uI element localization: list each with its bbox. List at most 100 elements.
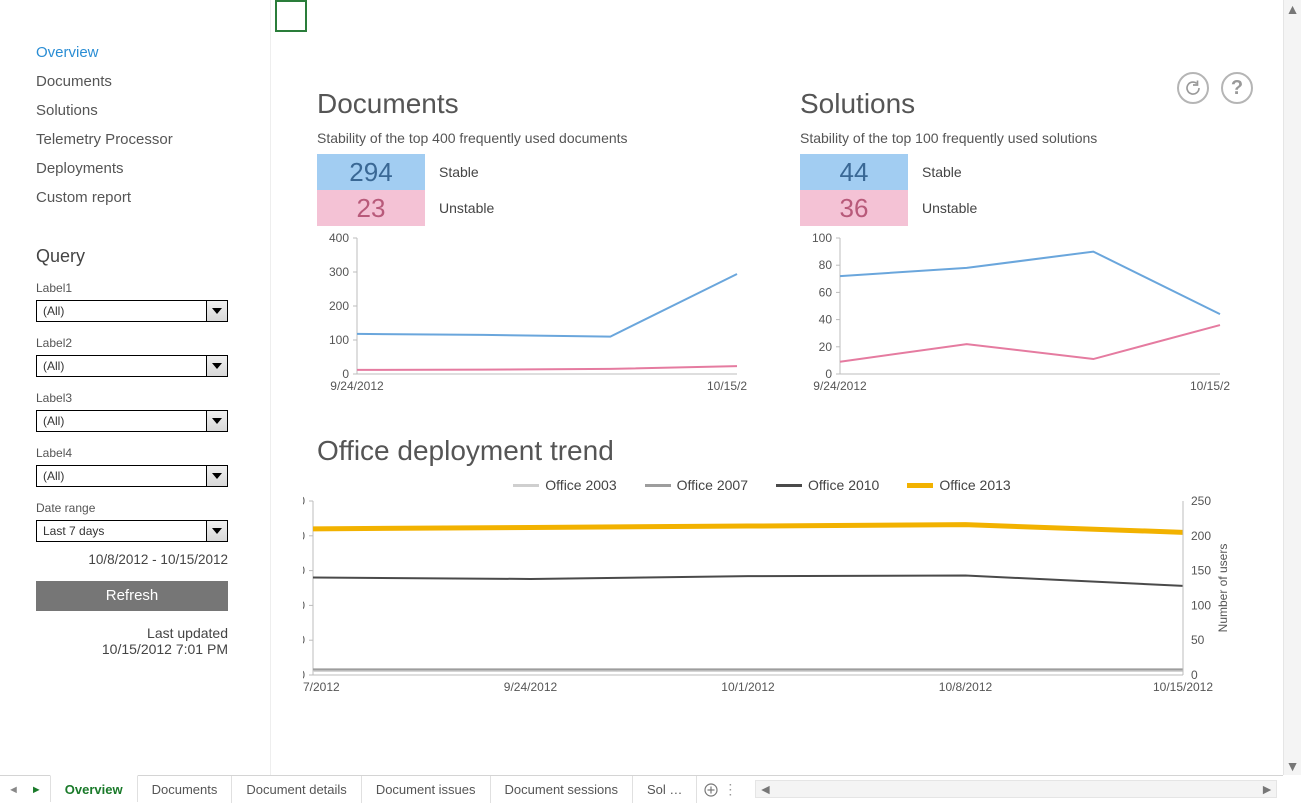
svg-text:80: 80 (819, 258, 833, 272)
documents-stable-count: 294 (317, 154, 425, 190)
svg-text:9/24/2012: 9/24/2012 (330, 379, 384, 393)
filter-value-label1: (All) (36, 300, 228, 322)
svg-text:Number of users: Number of users (1216, 544, 1230, 633)
refresh-button[interactable]: Refresh (36, 581, 228, 611)
scroll-right-icon[interactable]: ► (1258, 781, 1276, 797)
filter-value-label4: (All) (36, 465, 228, 487)
filter-value-label2: (All) (36, 355, 228, 377)
scroll-up-icon[interactable]: ▲ (1284, 0, 1301, 18)
sidebar: Overview Documents Solutions Telemetry P… (0, 0, 271, 775)
add-sheet-icon[interactable] (697, 776, 725, 803)
chevron-down-icon[interactable] (206, 410, 228, 432)
svg-text:100: 100 (1191, 598, 1211, 612)
svg-text:200: 200 (329, 299, 349, 313)
tab-document-sessions[interactable]: Document sessions (491, 776, 633, 803)
svg-text:100: 100 (329, 333, 349, 347)
chevron-down-icon[interactable] (206, 355, 228, 377)
filter-select-label2[interactable]: (All) (36, 355, 228, 377)
solutions-chart: 0204060801009/24/201210/15/2012 (800, 232, 1230, 402)
nav-deployments[interactable]: Deployments (36, 154, 240, 183)
svg-text:10/15/2012: 10/15/2012 (1190, 379, 1230, 393)
documents-section: Documents Stability of the top 400 frequ… (317, 88, 770, 405)
nav-overview[interactable]: Overview (36, 38, 240, 67)
svg-text:250: 250 (303, 494, 305, 508)
horizontal-scrollbar[interactable]: ◄ ► (755, 780, 1277, 798)
last-updated: Last updated 10/15/2012 7:01 PM (36, 625, 228, 657)
solutions-stable-label: Stable (922, 164, 962, 180)
svg-text:50: 50 (1191, 633, 1205, 647)
tab-solutions-more[interactable]: Sol … (633, 776, 697, 803)
svg-text:20: 20 (819, 340, 833, 354)
sheet-tab-bar: ◄ ► Overview Documents Document details … (0, 775, 1283, 803)
svg-text:9/24/2012: 9/24/2012 (504, 680, 558, 694)
documents-title: Documents (317, 88, 770, 120)
date-range-value: Last 7 days (36, 520, 228, 542)
svg-text:150: 150 (303, 564, 305, 578)
filter-label3: Label3 (36, 391, 240, 405)
svg-text:10/8/2012: 10/8/2012 (939, 680, 993, 694)
tab-document-issues[interactable]: Document issues (362, 776, 491, 803)
deployment-title: Office deployment trend (317, 435, 1253, 467)
solutions-unstable-label: Unstable (922, 200, 977, 216)
svg-text:300: 300 (329, 265, 349, 279)
svg-text:0: 0 (1191, 668, 1198, 682)
help-icon[interactable]: ? (1221, 72, 1253, 104)
nav-telemetry-processor[interactable]: Telemetry Processor (36, 125, 240, 154)
chevron-down-icon[interactable] (206, 300, 228, 322)
legend-office-2007: Office 2007 (645, 477, 748, 493)
tab-overview[interactable]: Overview (50, 775, 138, 802)
tab-nav-prev-icon[interactable]: ◄ (8, 784, 19, 796)
svg-text:9/24/2012: 9/24/2012 (813, 379, 867, 393)
vertical-scrollbar[interactable]: ▲ ▼ (1283, 0, 1301, 775)
svg-text:250: 250 (1191, 494, 1211, 508)
svg-text:100: 100 (303, 598, 305, 612)
deployment-chart: 0 50 100 150 200 250 9/17/2012 9/24/2012 10/1/20… (303, 493, 1243, 703)
svg-text:10/1/2012: 10/1/2012 (721, 680, 775, 694)
date-range-select[interactable]: Last 7 days (36, 520, 228, 542)
date-range-text: 10/8/2012 - 10/15/2012 (36, 552, 228, 567)
svg-text:150: 150 (1191, 564, 1211, 578)
solutions-section: Solutions Stability of the top 100 frequ… (800, 88, 1253, 405)
documents-unstable-count: 23 (317, 190, 425, 226)
filter-select-label3[interactable]: (All) (36, 410, 228, 432)
filter-select-label1[interactable]: (All) (36, 300, 228, 322)
svg-text:10/15/2012: 10/15/2012 (707, 379, 747, 393)
nav-custom-report[interactable]: Custom report (36, 183, 240, 212)
tab-separator: ⋮ (725, 776, 735, 803)
tab-document-details[interactable]: Document details (232, 776, 361, 803)
solutions-unstable-count: 36 (800, 190, 908, 226)
nav-documents[interactable]: Documents (36, 67, 240, 96)
filter-select-label4[interactable]: (All) (36, 465, 228, 487)
tab-documents[interactable]: Documents (138, 776, 233, 803)
filter-value-label3: (All) (36, 410, 228, 432)
documents-stable-label: Stable (439, 164, 479, 180)
svg-text:200: 200 (1191, 529, 1211, 543)
deployment-legend: Office 2003 Office 2007 Office 2010 Offi… (271, 477, 1253, 493)
svg-text:10/15/2012: 10/15/2012 (1153, 680, 1213, 694)
cell-selection[interactable] (275, 0, 307, 32)
last-updated-value: 10/15/2012 7:01 PM (36, 641, 228, 657)
tab-nav-next-icon[interactable]: ► (31, 784, 42, 796)
main: ? Documents Stability of the top 400 fre… (271, 0, 1283, 775)
filter-label4: Label4 (36, 446, 240, 460)
svg-text:50: 50 (303, 633, 305, 647)
last-updated-label: Last updated (36, 625, 228, 641)
scroll-down-icon[interactable]: ▼ (1284, 757, 1301, 775)
svg-text:400: 400 (329, 232, 349, 245)
svg-text:60: 60 (819, 285, 833, 299)
chevron-down-icon[interactable] (206, 465, 228, 487)
svg-text:9/17/2012: 9/17/2012 (303, 680, 340, 694)
svg-text:40: 40 (819, 313, 833, 327)
scroll-left-icon[interactable]: ◄ (756, 781, 774, 797)
legend-office-2003: Office 2003 (513, 477, 616, 493)
legend-office-2010: Office 2010 (776, 477, 879, 493)
nav: Overview Documents Solutions Telemetry P… (36, 38, 240, 212)
documents-chart: 01002003004009/24/201210/15/2012 (317, 232, 747, 402)
refresh-icon[interactable] (1177, 72, 1209, 104)
nav-solutions[interactable]: Solutions (36, 96, 240, 125)
date-range-label: Date range (36, 501, 240, 515)
query-title: Query (36, 246, 240, 267)
documents-unstable-label: Unstable (439, 200, 494, 216)
documents-subtitle: Stability of the top 400 frequently used… (317, 130, 770, 146)
chevron-down-icon[interactable] (206, 520, 228, 542)
